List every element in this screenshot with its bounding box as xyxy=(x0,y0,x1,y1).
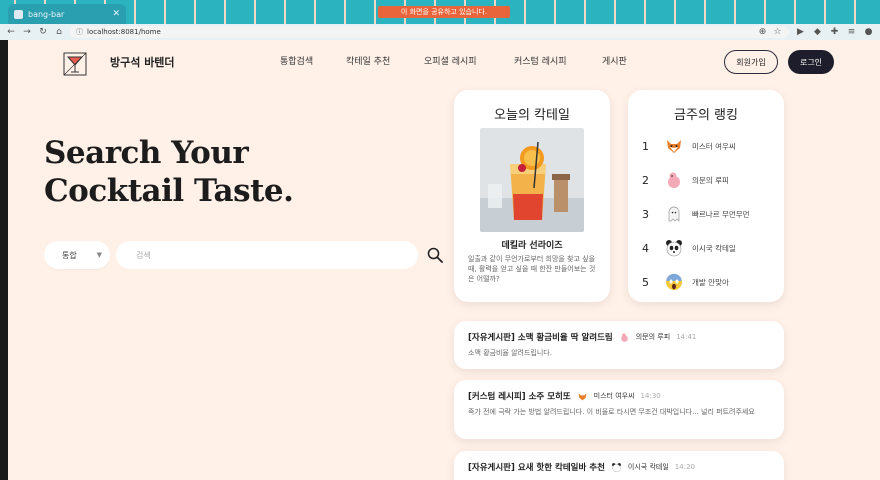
search-category-value: 통합 xyxy=(62,250,77,260)
signup-button[interactable]: 회원가입 xyxy=(724,50,778,74)
bookmark-star-icon[interactable]: ☆ xyxy=(772,27,783,37)
hero-heading: Search Your Cocktail Taste. xyxy=(44,134,294,210)
extension-icon[interactable]: ◆ xyxy=(812,27,823,37)
info-icon: ⓘ xyxy=(76,28,83,36)
post-body: 죽가 전에 극락 가는 방법 알려드립니다. 이 비율로 타시면 무조건 대박입… xyxy=(468,408,755,416)
page: 방구석 바텐더 통합검색 칵테일 추천 오피셜 레시피 커스텀 레시피 게시판 … xyxy=(8,40,880,480)
ranking-number: 1 xyxy=(642,139,649,153)
main-nav: 통합검색 칵테일 추천 오피셜 레시피 커스텀 레시피 게시판 xyxy=(280,54,642,67)
ranking-name: 개발 안맞아 xyxy=(692,277,729,287)
ranking-name: 의문의 루피 xyxy=(692,175,729,185)
hero-line-1: Search Your xyxy=(44,135,249,171)
fox-icon xyxy=(667,140,681,153)
cocktail-logo-icon[interactable] xyxy=(62,51,88,77)
browser-tab-strip: bang-bar ✕ 이 화면을 공유하고 있습니다. xyxy=(0,0,880,24)
post-author: 의문의 루피 xyxy=(635,333,671,341)
ranking-number: 4 xyxy=(642,241,649,255)
nav-custom-recipe[interactable]: 커스텀 레시피 xyxy=(514,54,602,67)
profile-icon[interactable]: ● xyxy=(863,27,874,37)
post-author: 이시국 칵테일 xyxy=(627,463,669,471)
post-title: [자유게시판] 소맥 황금비율 딱 알려드림 xyxy=(468,333,613,343)
panda-icon xyxy=(612,462,621,472)
panda-icon xyxy=(666,240,682,257)
ranking-item[interactable]: 3 빠르나르 무먼무먼 xyxy=(642,202,776,226)
nav-official-recipe[interactable]: 오피셜 레시피 xyxy=(424,54,514,67)
tab-title: bang-bar xyxy=(28,9,65,19)
post-body: 소맥 황금비율 알려드립니다. xyxy=(468,349,552,357)
home-icon[interactable]: ⌂ xyxy=(54,27,64,37)
brand-name[interactable]: 방구석 바텐더 xyxy=(110,54,175,70)
fox-icon xyxy=(578,392,587,400)
post-time: 14:30 xyxy=(640,392,661,400)
ranking-number: 2 xyxy=(642,173,649,187)
media-icon[interactable]: ≡ xyxy=(846,27,857,37)
ranking-item[interactable]: 4 이시국 칵테일 xyxy=(642,236,776,260)
nav-cocktail-recommend[interactable]: 칵테일 추천 xyxy=(346,54,424,67)
window-frame xyxy=(0,40,8,480)
reload-icon[interactable]: ↻ xyxy=(38,27,48,37)
login-button[interactable]: 로그인 xyxy=(788,50,834,74)
ranking-item[interactable]: 5 개발 안맞아 xyxy=(642,270,776,294)
zoom-icon[interactable]: ⊕ xyxy=(757,27,768,37)
post-card[interactable]: [커스텀 레시피] 소주 모히또 미스터 여우씨 14:30 죽가 전에 극락 … xyxy=(454,380,784,439)
ranking-number: 5 xyxy=(642,275,649,289)
ranking-item[interactable]: 1 미스터 여우씨 xyxy=(642,134,776,158)
ranking-name: 이시국 칵테일 xyxy=(692,243,736,253)
chevron-down-icon: ▼ xyxy=(96,251,102,259)
today-cocktail-title: 오늘의 칵테일 xyxy=(494,108,570,123)
today-cocktail-card[interactable]: 오늘의 칵테일 데킬라 선라이즈 일출과 같이 무언가로부터 희망을 찾고 싶을… xyxy=(454,90,610,302)
close-tab-icon[interactable]: ✕ xyxy=(112,9,120,19)
search-icon xyxy=(427,247,443,263)
ranking-item[interactable]: 2 의문의 루피 xyxy=(642,168,776,192)
post-title: [커스텀 레시피] 소주 모히또 xyxy=(468,392,571,402)
extension-icon[interactable]: ▶ xyxy=(795,27,806,37)
favicon-icon xyxy=(14,9,23,19)
search-category-select[interactable]: 통합 ▼ xyxy=(44,241,110,269)
post-title: [자유게시판] 요새 핫한 칵테일바 추천 xyxy=(468,463,605,473)
ranking-name: 빠르나르 무먼무먼 xyxy=(692,209,750,219)
pink-dino-icon xyxy=(668,172,680,188)
search-button[interactable] xyxy=(424,244,446,266)
ranking-name: 미스터 여우씨 xyxy=(692,141,736,151)
screaming-face-icon xyxy=(666,273,682,290)
address-bar[interactable]: ⓘ localhost:8081/home ⊕ ☆ xyxy=(70,26,789,38)
browser-toolbar: ← → ↻ ⌂ ⓘ localhost:8081/home ⊕ ☆ ▶ ◆ ✚ … xyxy=(0,24,880,40)
forward-icon[interactable]: → xyxy=(22,27,32,37)
weekly-ranking-title: 금주의 랭킹 xyxy=(674,108,738,123)
cocktail-photo xyxy=(480,128,584,232)
url-text: localhost:8081/home xyxy=(87,28,161,36)
nav-board[interactable]: 게시판 xyxy=(602,54,642,67)
today-cocktail-description: 일출과 같이 무언가로부터 희망을 찾고 싶을 때, 활력을 얻고 싶을 때 한… xyxy=(468,255,596,283)
post-card[interactable]: [자유게시판] 소맥 황금비율 딱 알려드림 의문의 루피 14:41 소맥 황… xyxy=(454,321,784,369)
pink-dino-icon xyxy=(620,332,628,342)
nav-unified-search[interactable]: 통합검색 xyxy=(280,54,346,67)
today-cocktail-name: 데킬라 선라이즈 xyxy=(501,241,563,251)
post-card[interactable]: [자유게시판] 요새 핫한 칵테일바 추천 이시국 칵테일 14:20 xyxy=(454,451,784,480)
search-input[interactable] xyxy=(116,241,418,269)
browser-tab[interactable]: bang-bar ✕ xyxy=(8,4,126,24)
post-time: 14:20 xyxy=(674,463,695,471)
ranking-number: 3 xyxy=(642,207,649,221)
post-time: 14:41 xyxy=(676,333,697,341)
hero-line-2: Cocktail Taste. xyxy=(44,173,294,209)
weekly-ranking-card: 금주의 랭킹 1 미스터 여우씨 2 의문의 루피 3 빠르나르 무먼무먼 4 … xyxy=(628,90,784,302)
back-icon[interactable]: ← xyxy=(6,27,16,37)
screen-share-banner: 이 화면을 공유하고 있습니다. xyxy=(378,6,510,18)
ghost-icon xyxy=(668,206,680,222)
extensions-puzzle-icon[interactable]: ✚ xyxy=(829,27,840,37)
post-author: 미스터 여우씨 xyxy=(593,392,635,400)
